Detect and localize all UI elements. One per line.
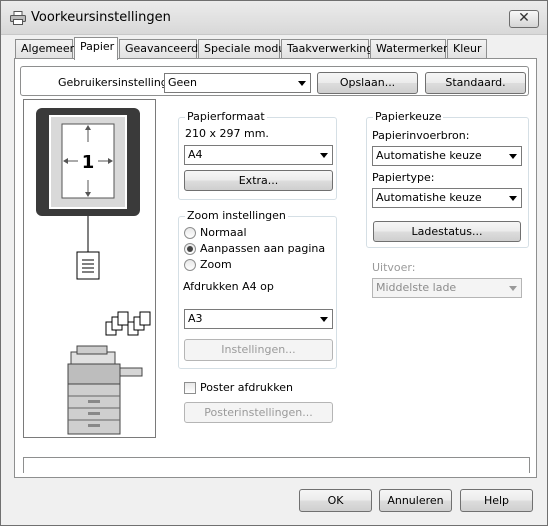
document-icon bbox=[76, 251, 100, 280]
zoom-normaal-radio[interactable] bbox=[184, 227, 196, 239]
save-button[interactable]: Opslaan... bbox=[317, 72, 418, 94]
tab-kleur[interactable]: Kleur bbox=[447, 39, 487, 59]
tray-status-button[interactable]: Ladestatus... bbox=[373, 221, 521, 242]
chevron-down-icon bbox=[509, 154, 517, 159]
tab-taakverwerking[interactable]: Taakverwerking bbox=[281, 39, 373, 59]
window-title: Voorkeursinstellingen bbox=[31, 10, 171, 25]
cancel-button[interactable]: Annuleren bbox=[379, 489, 452, 512]
tab-papier[interactable]: Papier bbox=[74, 37, 118, 60]
zoom-settings-button[interactable]: Instellingen... bbox=[184, 339, 333, 361]
tab-algemeen[interactable]: Algemeen bbox=[15, 39, 77, 59]
chevron-down-icon bbox=[509, 196, 517, 201]
zoom-normaal-label: Normaal bbox=[200, 226, 247, 239]
paper-size-select[interactable]: A4 bbox=[184, 145, 333, 165]
paper-choice-group-label: Papierkeuze bbox=[373, 110, 444, 123]
close-icon: ✕ bbox=[518, 10, 530, 26]
preview-illustration: 1 bbox=[36, 108, 151, 435]
print-on-label: Afdrukken A4 op bbox=[183, 280, 274, 293]
zoom-zoom-radio[interactable] bbox=[184, 259, 196, 271]
help-button[interactable]: Help bbox=[460, 489, 533, 512]
title-bar: Voorkeursinstellingen ✕ bbox=[1, 1, 547, 35]
tab-speciale-modus[interactable]: Speciale modus bbox=[198, 39, 291, 59]
zoom-fit-page-label: Aanpassen aan pagina bbox=[200, 242, 326, 255]
close-button[interactable]: ✕ bbox=[509, 10, 539, 28]
tab-watermerken[interactable]: Watermerken bbox=[370, 39, 450, 59]
ok-button[interactable]: OK bbox=[299, 489, 372, 512]
paper-type-select[interactable]: Automatishe keuze bbox=[372, 188, 522, 208]
default-button[interactable]: Standaard. bbox=[425, 72, 526, 94]
paper-size-group-label: Papierformaat bbox=[185, 110, 267, 123]
user-settings-select[interactable]: Geen bbox=[164, 73, 311, 93]
output-label: Uitvoer: bbox=[372, 261, 416, 274]
chevron-down-icon bbox=[298, 81, 306, 86]
printer-icon bbox=[10, 11, 26, 25]
paper-source-label: Papierinvoerbron: bbox=[372, 129, 470, 142]
poster-checkbox[interactable] bbox=[184, 382, 196, 394]
copier-machine-icon bbox=[67, 345, 143, 435]
papier-panel: Gebruikersinstellingen: Geen Opslaan... … bbox=[14, 58, 537, 478]
paper-source-select[interactable]: Automatishe keuze bbox=[372, 146, 522, 166]
output-select[interactable]: Middelste lade bbox=[372, 278, 522, 298]
print-on-select[interactable]: A3 bbox=[184, 309, 333, 329]
status-strip bbox=[23, 457, 530, 473]
zoom-settings-group-label: Zoom instellingen bbox=[185, 209, 288, 222]
chevron-down-icon bbox=[320, 317, 328, 322]
paper-type-label: Papiertype: bbox=[372, 171, 435, 184]
tab-geavanceerd[interactable]: Geavanceerd bbox=[119, 39, 198, 59]
preferences-dialog: Voorkeursinstellingen ✕ Algemeen Papier … bbox=[0, 0, 548, 526]
chevron-down-icon bbox=[509, 286, 517, 291]
preview-page-number: 1 bbox=[82, 152, 95, 173]
extra-button[interactable]: Extra... bbox=[184, 170, 333, 191]
poster-settings-button[interactable]: Posterinstellingen... bbox=[184, 402, 333, 423]
paper-dimensions-text: 210 x 297 mm. bbox=[185, 127, 269, 140]
copies-icon bbox=[105, 311, 151, 336]
zoom-fit-page-radio[interactable] bbox=[184, 243, 196, 255]
zoom-zoom-label: Zoom bbox=[200, 258, 232, 271]
print-preview: 1 bbox=[23, 99, 156, 438]
chevron-down-icon bbox=[320, 153, 328, 158]
poster-label: Poster afdrukken bbox=[200, 381, 293, 394]
